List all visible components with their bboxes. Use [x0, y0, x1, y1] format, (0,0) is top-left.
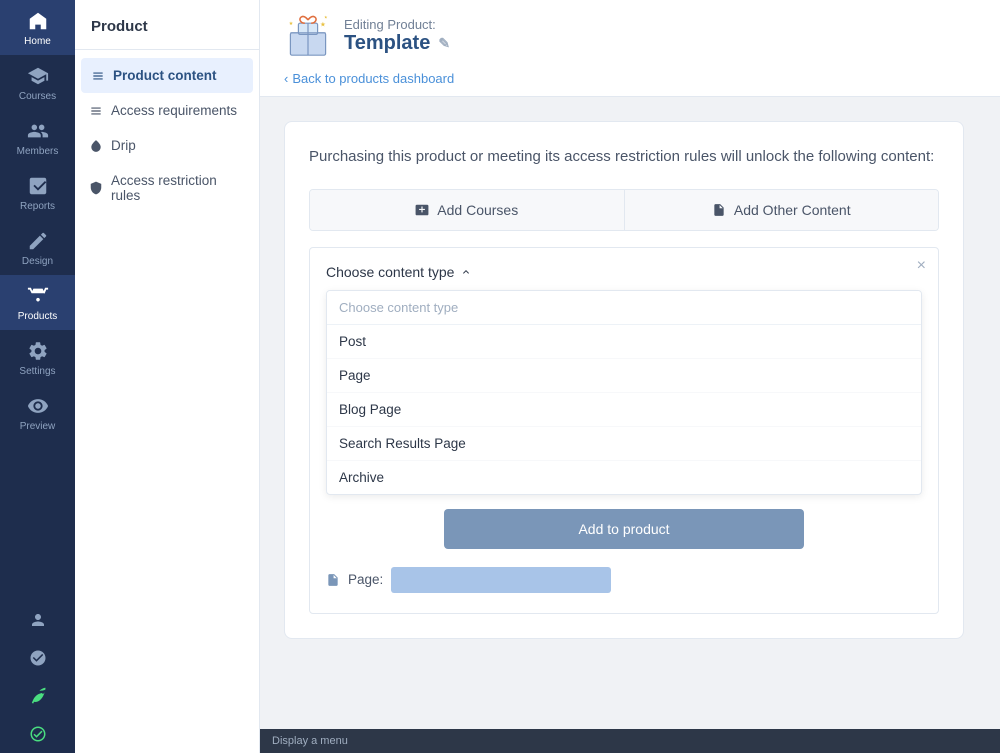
bottom-bar[interactable]: Display a menu: [260, 729, 1000, 753]
sidebar-item-design[interactable]: Design: [0, 220, 75, 275]
sidebar-item-settings[interactable]: Settings: [0, 330, 75, 385]
sidebar-item-reports[interactable]: Reports: [0, 165, 75, 220]
add-other-content-button[interactable]: Add Other Content: [624, 190, 939, 230]
chevron-left-icon: ‹: [284, 71, 288, 86]
sidebar-nav: Product content Access requirements Drip…: [75, 50, 259, 221]
content-area: Purchasing this product or meeting its a…: [260, 97, 1000, 729]
svg-text:★: ★: [289, 21, 294, 27]
dropdown-placeholder: Choose content type: [327, 291, 921, 325]
sidebar-item-home[interactable]: Home: [0, 0, 75, 55]
nav-item-access-restriction-rules[interactable]: Access restriction rules: [75, 163, 259, 213]
editing-label: Editing Product:: [344, 17, 450, 32]
bottom-icon-2[interactable]: [0, 639, 75, 677]
sidebar-item-courses[interactable]: Courses: [0, 55, 75, 110]
header-text: Editing Product: Template ✎: [344, 17, 450, 55]
dropdown-section: × Choose content type Choose content typ…: [309, 247, 939, 614]
bottom-icon-1[interactable]: [0, 601, 75, 639]
nav-item-product-content[interactable]: Product content: [81, 58, 253, 93]
sidebar-item-members[interactable]: Members: [0, 110, 75, 165]
sidebar-item-products[interactable]: Products: [0, 275, 75, 330]
dropdown-item-blog-page[interactable]: Blog Page: [327, 393, 921, 427]
sidebar: Product Product content Access requireme…: [75, 0, 260, 753]
page-icon: [326, 573, 340, 587]
icon-bar-bottom: [0, 601, 75, 753]
nav-item-drip[interactable]: Drip: [75, 128, 259, 163]
edit-pencil-icon[interactable]: ✎: [438, 35, 450, 52]
content-type-label[interactable]: Choose content type: [326, 264, 922, 280]
svg-text:★: ★: [320, 21, 326, 28]
page-label: Page:: [348, 572, 383, 587]
sidebar-title: Product: [75, 0, 259, 50]
page-row: Page:: [326, 563, 922, 597]
bottom-icon-active[interactable]: [0, 715, 75, 753]
add-to-product-button[interactable]: Add to product: [444, 509, 804, 549]
main-card: Purchasing this product or meeting its a…: [284, 121, 964, 639]
header-top: ★ ★ ★ Editing Product: Template ✎: [284, 12, 976, 70]
svg-text:★: ★: [324, 14, 328, 19]
page-header: ★ ★ ★ Editing Product: Template ✎ ‹ Back…: [260, 0, 1000, 97]
sidebar-item-preview[interactable]: Preview: [0, 385, 75, 440]
bottom-icon-leaf[interactable]: [0, 677, 75, 715]
template-name: Template ✎: [344, 32, 450, 55]
dropdown-item-archive[interactable]: Archive: [327, 461, 921, 494]
dropdown-item-search-results-page[interactable]: Search Results Page: [327, 427, 921, 461]
card-description: Purchasing this product or meeting its a…: [309, 146, 939, 169]
nav-item-access-requirements[interactable]: Access requirements: [75, 93, 259, 128]
tab-buttons: Add Courses Add Other Content: [309, 189, 939, 231]
close-button[interactable]: ×: [917, 258, 926, 274]
dropdown-item-post[interactable]: Post: [327, 325, 921, 359]
chevron-up-icon: [460, 266, 472, 278]
page-input[interactable]: [391, 567, 611, 593]
add-courses-button[interactable]: Add Courses: [310, 190, 624, 230]
dropdown-item-page[interactable]: Page: [327, 359, 921, 393]
product-icon: ★ ★ ★: [284, 12, 332, 60]
dropdown-list: Choose content type Post Page Blog Page …: [326, 290, 922, 495]
icon-bar: Home Courses Members Reports Design Prod…: [0, 0, 75, 753]
main-area: ★ ★ ★ Editing Product: Template ✎ ‹ Back…: [260, 0, 1000, 753]
back-link[interactable]: ‹ Back to products dashboard: [284, 71, 454, 96]
